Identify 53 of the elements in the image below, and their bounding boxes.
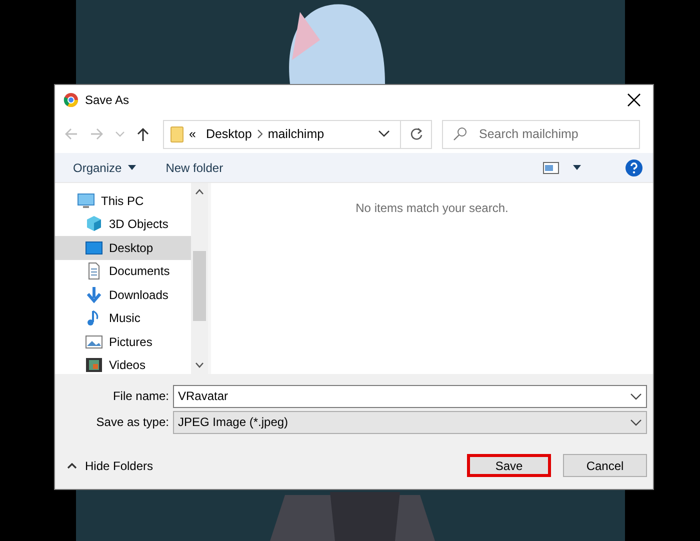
caret-icon — [573, 165, 581, 170]
view-button[interactable] — [543, 162, 581, 174]
help-button[interactable] — [625, 158, 643, 176]
picture-icon — [85, 332, 103, 351]
file-name-label: File name: — [112, 388, 170, 405]
search-icon — [453, 127, 467, 141]
sidebar-item[interactable]: Music — [55, 306, 191, 330]
help-icon — [625, 158, 643, 176]
film-icon — [85, 356, 103, 374]
search-box[interactable]: Search mailchimp — [442, 120, 640, 148]
scroll-down-icon — [195, 362, 204, 368]
save-button[interactable]: Save — [467, 454, 551, 477]
new-folder-button[interactable]: New folder — [166, 158, 224, 176]
back-icon — [63, 126, 79, 142]
download-icon — [85, 286, 103, 304]
monitor-icon — [85, 238, 103, 257]
up-arrow-icon — [135, 126, 151, 142]
window-title: Save As — [85, 92, 130, 109]
dropdown-icon[interactable] — [378, 130, 390, 138]
cancel-button[interactable]: Cancel — [563, 454, 647, 477]
save-type-label: Save as type: — [95, 414, 170, 431]
empty-message: No items match your search. — [356, 201, 508, 215]
hide-folders-button[interactable]: Hide Folders — [67, 456, 154, 474]
chevron-icon — [256, 129, 263, 139]
forward-icon — [89, 126, 105, 142]
dropdown-icon — [630, 392, 642, 400]
sidebar-item[interactable]: Pictures — [55, 330, 191, 354]
close-icon — [627, 93, 641, 107]
refresh-icon — [409, 127, 423, 141]
sidebar-item[interactable]: Videos — [55, 354, 191, 374]
sidebar-item[interactable]: 3D Objects — [55, 212, 191, 236]
scrollbar-thumb[interactable] — [193, 251, 206, 321]
app-icon — [63, 92, 79, 108]
organize-button[interactable]: Organize — [73, 158, 136, 176]
folder-icon — [170, 126, 184, 142]
dropdown-icon — [630, 418, 642, 426]
caret-icon — [128, 165, 136, 170]
view-icon — [543, 162, 559, 174]
sidebar-item[interactable]: Documents — [55, 260, 191, 283]
address-bar[interactable]: « Desktop mailchimp — [163, 120, 432, 148]
breadcrumb[interactable]: Desktop — [200, 124, 257, 144]
save-type-field[interactable]: JPEG Image (*.jpeg) — [173, 410, 647, 434]
sidebar-item[interactable]: This PC — [55, 189, 191, 212]
overflow-chevrons[interactable]: « — [184, 124, 201, 144]
computer-icon — [77, 192, 95, 210]
breadcrumb[interactable]: mailchimp — [262, 124, 330, 144]
cube-icon — [85, 215, 103, 234]
sidebar-item[interactable]: Desktop — [55, 236, 191, 260]
scroll-up-icon — [195, 189, 204, 195]
sidebar-item[interactable]: Downloads — [55, 283, 191, 306]
file-name-field[interactable]: VRavatar — [173, 384, 647, 408]
file-name-input[interactable]: VRavatar — [178, 387, 626, 405]
caret-up-icon — [67, 462, 77, 468]
